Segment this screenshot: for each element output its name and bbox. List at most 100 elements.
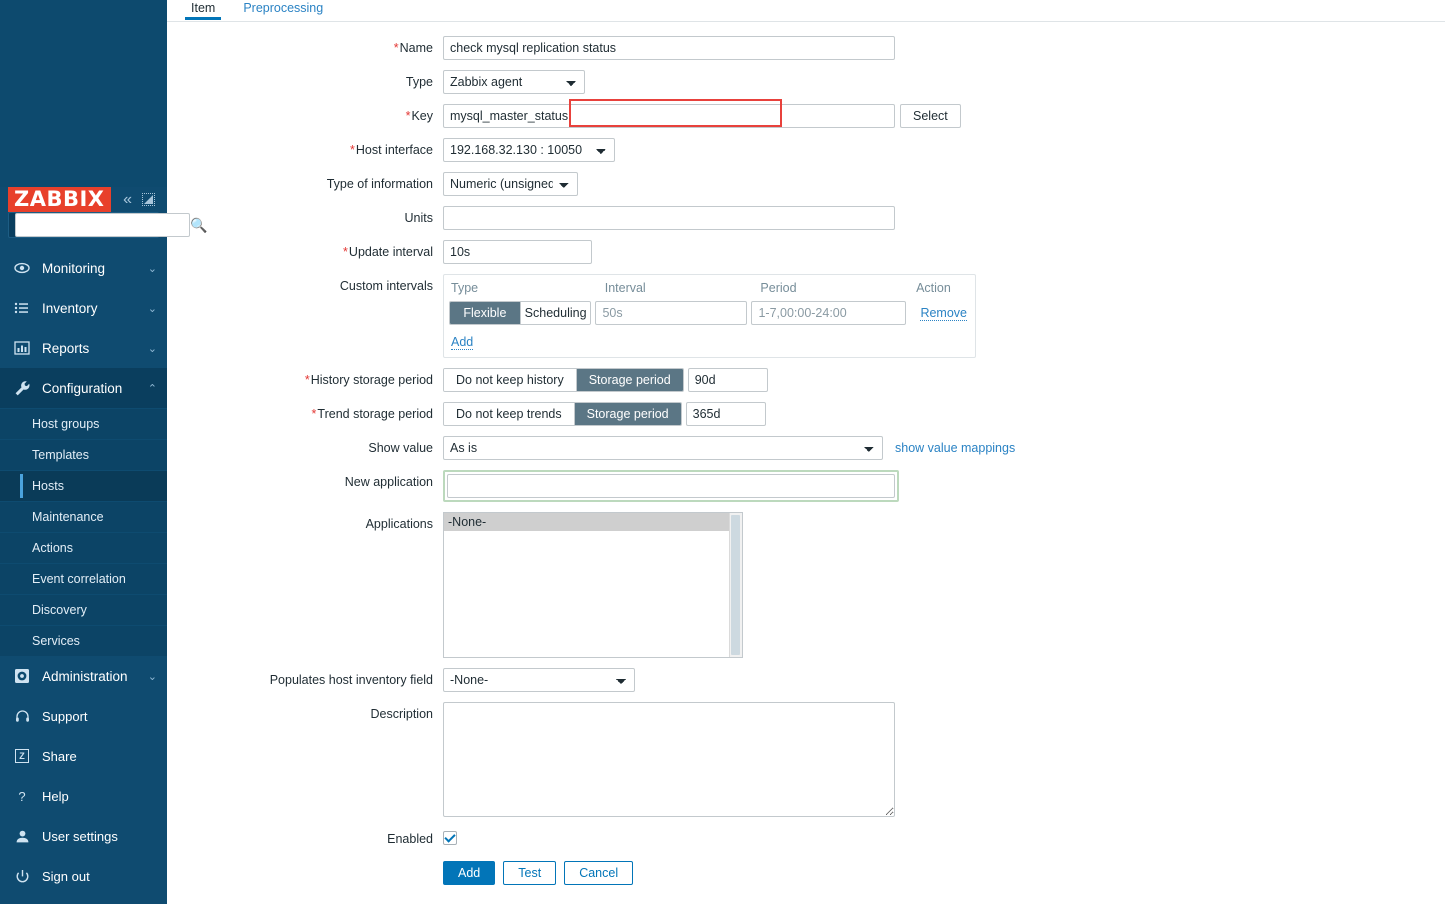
update-interval-input[interactable] (443, 240, 592, 264)
update-interval-label: *Update interval (343, 245, 433, 259)
cancel-button[interactable]: Cancel (564, 861, 634, 885)
history-storage-period-option[interactable]: Storage period (575, 369, 683, 391)
sidebar-item-share[interactable]: Z Share (0, 736, 167, 776)
custom-intervals-header-type: Type (451, 281, 479, 295)
sidebar-item-label: Inventory (42, 300, 98, 316)
search-input[interactable] (15, 213, 190, 237)
type-of-information-field-wrap: Numeric (unsigned) (443, 172, 578, 196)
sidebar-bottom-label: Sign out (42, 868, 90, 884)
custom-intervals-label: Custom intervals (339, 279, 433, 293)
custom-interval-interval-input[interactable] (595, 301, 748, 325)
list-icon (12, 300, 32, 316)
search-icon[interactable]: 🔍 (190, 217, 207, 234)
trend-do-not-keep-option[interactable]: Do not keep trends (444, 403, 574, 425)
zabbix-logo[interactable]: ZABBIX (8, 187, 111, 212)
sidebar-item-label: Administration (42, 668, 128, 684)
sidebar-item-event-correlation[interactable]: Event correlation (0, 563, 167, 594)
applications-scrollbar-track[interactable] (729, 513, 742, 657)
test-button[interactable]: Test (503, 861, 557, 885)
trend-storage-period-label: *Trend storage period (311, 407, 433, 421)
sidebar-search-wrap: 🔍 (0, 212, 207, 248)
show-value-select[interactable]: As is (443, 436, 883, 460)
units-input[interactable] (443, 206, 895, 230)
tab-preprocessing[interactable]: Preprocessing (229, 0, 337, 19)
bar-chart-icon (12, 340, 32, 356)
sidebar-item-administration[interactable]: Administration ⌄ (0, 656, 167, 696)
sidebar-item-help[interactable]: ? Help (0, 776, 167, 816)
custom-intervals-add-wrap: Add (451, 335, 474, 350)
trend-storage-period-input[interactable] (685, 402, 766, 426)
hide-sidebar-icon[interactable] (142, 193, 155, 206)
custom-intervals-field-wrap: Type Interval Period Action Flexible Sch… (443, 274, 976, 358)
sidebar-subitem-label: Event correlation (32, 572, 126, 586)
eye-icon (12, 260, 32, 276)
sidebar-item-user-settings[interactable]: User settings (0, 816, 167, 856)
custom-interval-remove-link[interactable]: Remove (920, 306, 967, 321)
search-box[interactable]: 🔍 (8, 212, 207, 238)
custom-intervals-header-action: Action (916, 281, 951, 295)
applications-option-none[interactable]: -None- (444, 513, 729, 531)
sidebar-item-monitoring[interactable]: Monitoring ⌄ (0, 248, 167, 288)
custom-interval-type-flexible[interactable]: Flexible (450, 302, 520, 324)
history-storage-toggle[interactable]: Do not keep history Storage period (443, 368, 684, 392)
applications-scrollbar-thumb[interactable] (731, 515, 740, 655)
sidebar-item-inventory[interactable]: Inventory ⌄ (0, 288, 167, 328)
key-input[interactable] (443, 104, 895, 128)
sidebar-item-hosts[interactable]: Hosts (0, 470, 167, 501)
update-interval-field-wrap (443, 240, 592, 264)
sidebar-item-sign-out[interactable]: Sign out (0, 856, 167, 896)
custom-intervals-add-link[interactable]: Add (451, 335, 474, 350)
enabled-checkbox[interactable] (443, 831, 457, 845)
new-application-label: New application (344, 475, 433, 489)
populates-host-inventory-field-select[interactable]: -None- (443, 668, 635, 692)
wrench-icon (12, 380, 32, 397)
name-label: *Name (393, 41, 433, 55)
trend-storage-period-option[interactable]: Storage period (573, 403, 681, 425)
sidebar-item-templates[interactable]: Templates (0, 439, 167, 470)
sidebar-bottom-nav: Support Z Share ? Help User settings Sig… (0, 696, 167, 904)
name-input[interactable] (443, 36, 895, 60)
action-buttons: Add Test Cancel (443, 861, 634, 885)
sidebar-item-support[interactable]: Support (0, 696, 167, 736)
new-application-input[interactable] (447, 474, 895, 498)
power-icon (12, 869, 32, 884)
collapse-sidebar-icon[interactable]: « (123, 191, 132, 208)
sidebar-item-services[interactable]: Services (0, 625, 167, 656)
history-do-not-keep-option[interactable]: Do not keep history (444, 369, 576, 391)
sidebar-item-discovery[interactable]: Discovery (0, 594, 167, 625)
form-row-enabled: Enabled (167, 827, 1445, 851)
sidebar-item-host-groups[interactable]: Host groups (0, 408, 167, 439)
add-button[interactable]: Add (443, 861, 496, 885)
item-form: *Name Type Zabbix agent *Key (167, 22, 1445, 885)
form-row-units: Units (167, 206, 1445, 230)
form-row-type: Type Zabbix agent (167, 70, 1445, 94)
custom-interval-type-toggle[interactable]: Flexible Scheduling (449, 301, 592, 325)
custom-interval-type-scheduling[interactable]: Scheduling (519, 302, 591, 324)
form-row-history-storage-period: *History storage period Do not keep hist… (167, 368, 1445, 392)
history-storage-period-input[interactable] (687, 368, 768, 392)
sidebar-item-configuration[interactable]: Configuration ⌃ (0, 368, 167, 408)
host-interface-select[interactable]: 192.168.32.130 : 10050 (443, 138, 615, 162)
units-field-wrap (443, 206, 895, 230)
type-select[interactable]: Zabbix agent (443, 70, 585, 94)
gear-icon (12, 668, 32, 684)
required-marker: * (405, 109, 411, 123)
show-value-mappings-link[interactable]: show value mappings (895, 436, 1015, 460)
applications-listbox[interactable]: -None- (443, 512, 743, 658)
sidebar-item-maintenance[interactable]: Maintenance (0, 501, 167, 532)
type-of-information-select[interactable]: Numeric (unsigned) (443, 172, 578, 196)
sidebar-item-reports[interactable]: Reports ⌄ (0, 328, 167, 368)
custom-interval-period-input[interactable] (751, 301, 907, 325)
key-select-button[interactable]: Select (900, 104, 961, 128)
new-application-focus-ring (443, 470, 899, 502)
tab-item[interactable]: Item (177, 0, 229, 20)
sidebar-bottom-label: Support (42, 708, 88, 724)
sidebar-subitem-label: Discovery (32, 603, 87, 617)
required-marker: * (304, 373, 310, 387)
description-textarea[interactable] (443, 702, 895, 817)
form-row-show-value: Show value As is show value mappings (167, 436, 1445, 460)
sidebar-item-actions[interactable]: Actions (0, 532, 167, 563)
required-marker: * (393, 41, 399, 55)
name-field-wrap (443, 36, 895, 60)
trend-storage-toggle[interactable]: Do not keep trends Storage period (443, 402, 682, 426)
